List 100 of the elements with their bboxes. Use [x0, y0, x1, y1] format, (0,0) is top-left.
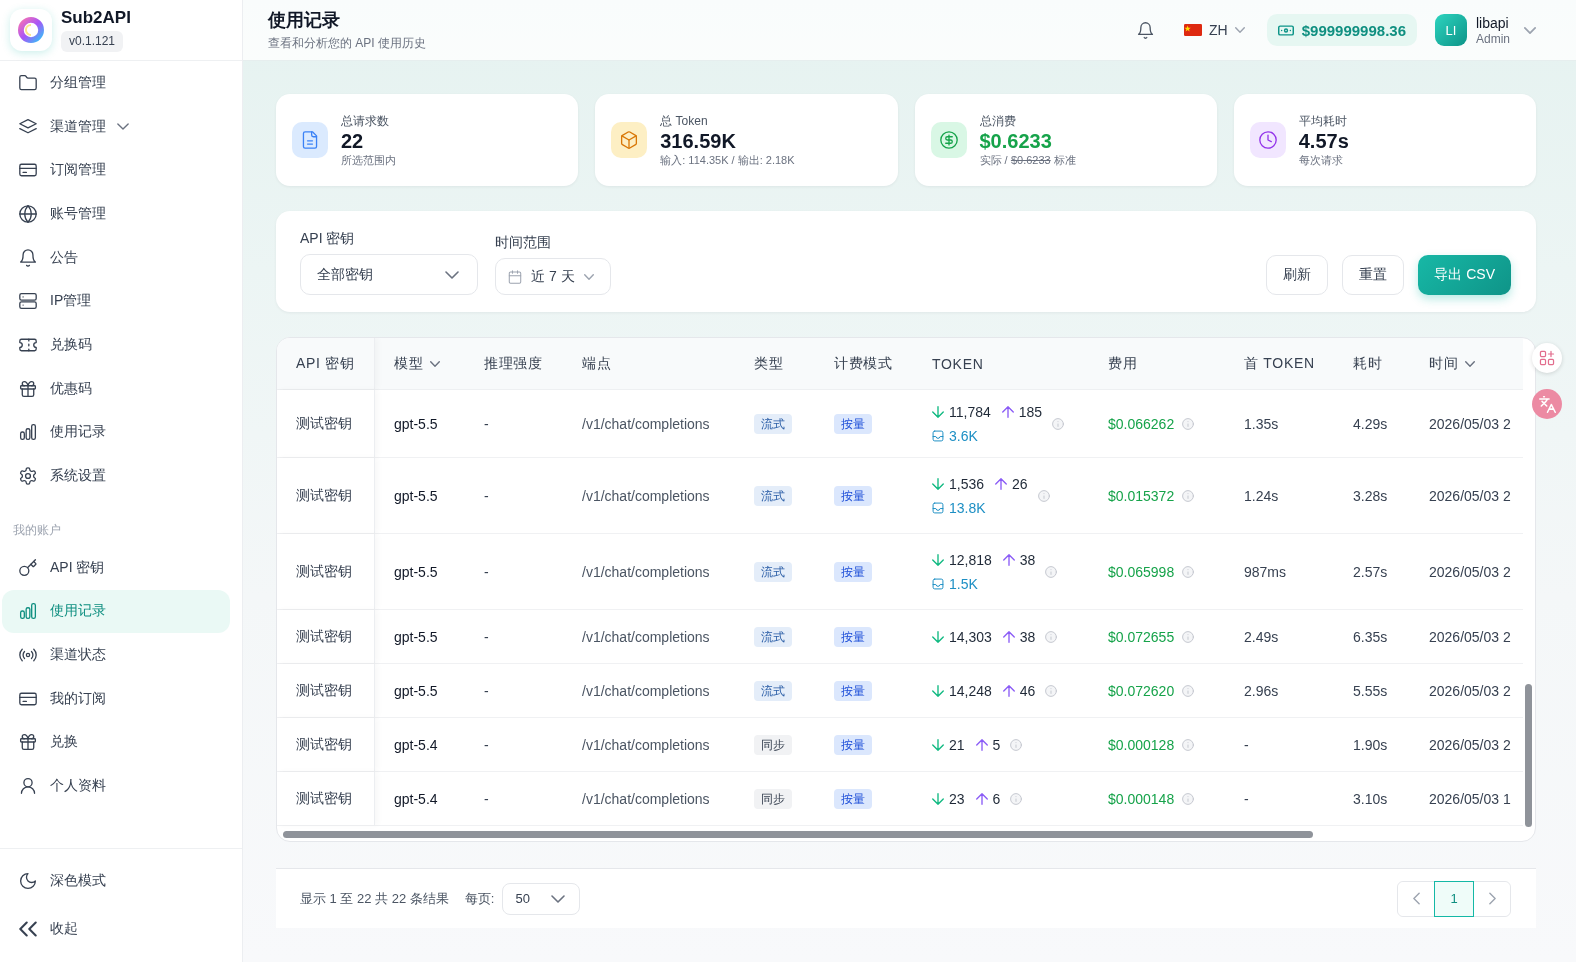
- nav-item[interactable]: API 密钥: [2, 545, 230, 590]
- double-chevron-left-icon: [19, 920, 37, 938]
- table-cell-text: 3.10s: [1352, 789, 1389, 809]
- notification-bell-icon[interactable]: [1137, 21, 1155, 39]
- server-icon: [19, 292, 37, 311]
- type-tag: 同步: [754, 788, 792, 809]
- table-cell-text: -: [1243, 735, 1250, 755]
- info-icon[interactable]: [1182, 489, 1195, 502]
- nav-item[interactable]: IP管理: [2, 279, 230, 324]
- chevron-left-icon: [1412, 892, 1420, 905]
- nav-item[interactable]: 系统设置: [2, 454, 230, 498]
- table-cell-text: 2026/05/03 2: [1428, 627, 1512, 647]
- balance-amount: $999999998.36: [1301, 21, 1406, 39]
- chevron-down-icon[interactable]: [1524, 26, 1536, 34]
- info-icon[interactable]: [1045, 630, 1058, 643]
- nav-item[interactable]: 订阅管理: [2, 148, 230, 193]
- input-tokens: 1,536: [949, 475, 985, 492]
- vertical-scrollbar[interactable]: [1525, 684, 1532, 827]
- info-icon[interactable]: [1182, 792, 1195, 805]
- moon-icon: [19, 872, 37, 890]
- nav-item[interactable]: 兑换码: [2, 323, 230, 367]
- table-cell-text: gpt-5.5: [393, 627, 439, 647]
- reset-button[interactable]: 重置: [1342, 255, 1405, 295]
- arrow-up-icon: [1002, 553, 1015, 566]
- info-icon[interactable]: [1037, 489, 1050, 502]
- info-icon[interactable]: [1045, 565, 1058, 578]
- page-title: 使用记录: [268, 10, 341, 31]
- arrow-down-icon: [932, 630, 944, 643]
- table-cell-text: gpt-5.5: [393, 414, 439, 434]
- gift-icon: [19, 379, 37, 398]
- per-page-label: 每页:: [464, 889, 495, 908]
- input-tokens: 23: [949, 790, 965, 807]
- table-cell-text: /v1/chat/completions: [581, 562, 711, 582]
- arrow-up-icon: [975, 738, 988, 751]
- info-icon[interactable]: [1182, 738, 1195, 751]
- arrow-up-icon: [975, 792, 988, 805]
- table-cell-text: 987ms: [1243, 562, 1288, 582]
- table-cell-text: /v1/chat/completions: [581, 789, 711, 809]
- language-selector[interactable]: ZH: [1184, 22, 1245, 38]
- column-header: 类型: [753, 353, 785, 373]
- info-icon[interactable]: [1182, 684, 1195, 697]
- type-tag: 流式: [754, 561, 792, 582]
- table-cell-text: -: [483, 735, 490, 755]
- arrow-up-icon: [1002, 630, 1015, 643]
- flag-icon: [1184, 24, 1203, 36]
- cache-tokens: 13.8K: [949, 499, 986, 516]
- nav-item[interactable]: 分组管理: [2, 61, 230, 105]
- column-header: 端点: [581, 353, 613, 373]
- refresh-button[interactable]: 刷新: [1266, 255, 1329, 295]
- info-icon[interactable]: [1182, 630, 1195, 643]
- nav-item[interactable]: 兑换: [2, 720, 230, 765]
- column-header[interactable]: 模型: [375, 338, 465, 389]
- results-summary: 显示 1 至 22 共 22 条结果: [300, 889, 449, 908]
- info-icon[interactable]: [1182, 565, 1195, 578]
- nav-item[interactable]: 渠道状态: [2, 633, 230, 677]
- cost-value: $0.066262: [1108, 415, 1175, 432]
- info-icon[interactable]: [1010, 792, 1023, 805]
- billing-tag: 按量: [834, 788, 872, 809]
- type-tag: 流式: [754, 680, 792, 701]
- cost-value: $0.072655: [1108, 628, 1175, 645]
- info-icon[interactable]: [1010, 738, 1023, 751]
- field-label: API 密钥: [300, 230, 356, 246]
- field-label: 时间范围: [495, 234, 552, 250]
- api-key-select[interactable]: 全部密钥: [300, 254, 478, 295]
- page-button[interactable]: 1: [1434, 880, 1474, 917]
- user-role: Admin: [1476, 31, 1510, 46]
- arrow-down-icon: [932, 738, 944, 751]
- horizontal-scrollbar[interactable]: [283, 831, 1313, 838]
- column-header: 计费模式: [833, 353, 894, 373]
- table-cell-text: /v1/chat/completions: [581, 627, 711, 647]
- arrow-down-icon: [932, 792, 944, 805]
- sidebar-footer-item[interactable]: 收起: [2, 905, 230, 953]
- chevron-down-icon[interactable]: [117, 123, 129, 131]
- info-icon[interactable]: [1182, 417, 1195, 430]
- info-icon[interactable]: [1045, 684, 1058, 697]
- nav-item[interactable]: 账号管理: [2, 192, 230, 236]
- table-cell-text: -: [483, 627, 490, 647]
- nav-item[interactable]: 优惠码: [2, 366, 230, 411]
- table-cell-text: 2026/05/03 1: [1428, 789, 1512, 809]
- table-cell-text: 1.90s: [1352, 735, 1389, 755]
- table-cell-text: -: [483, 414, 490, 434]
- table-cell-text: /v1/chat/completions: [581, 486, 711, 506]
- stat-value: 316.59K: [660, 128, 737, 153]
- nav-item[interactable]: 个人资料: [2, 764, 230, 808]
- nav-item[interactable]: 渠道管理: [2, 104, 230, 149]
- nav-item[interactable]: 公告: [2, 235, 230, 280]
- nav-item[interactable]: 使用记录: [2, 410, 230, 455]
- billing-tag: 按量: [834, 680, 872, 701]
- per-page-select[interactable]: 50: [502, 882, 581, 915]
- sidebar-footer-item[interactable]: 深色模式: [2, 857, 230, 905]
- arrow-up-icon: [1001, 405, 1014, 418]
- page-subtitle: 查看和分析您的 API 使用历史: [268, 36, 426, 50]
- column-header: TOKEN: [931, 354, 985, 374]
- date-range-picker[interactable]: 近 7 天: [495, 258, 611, 295]
- nav-item[interactable]: 我的订阅: [2, 676, 230, 721]
- cost-value: $0.000128: [1108, 736, 1175, 753]
- column-header[interactable]: 时间: [1410, 338, 1523, 389]
- nav-item[interactable]: 使用记录: [2, 589, 230, 634]
- type-tag: 流式: [754, 413, 792, 434]
- info-icon[interactable]: [1052, 417, 1065, 430]
